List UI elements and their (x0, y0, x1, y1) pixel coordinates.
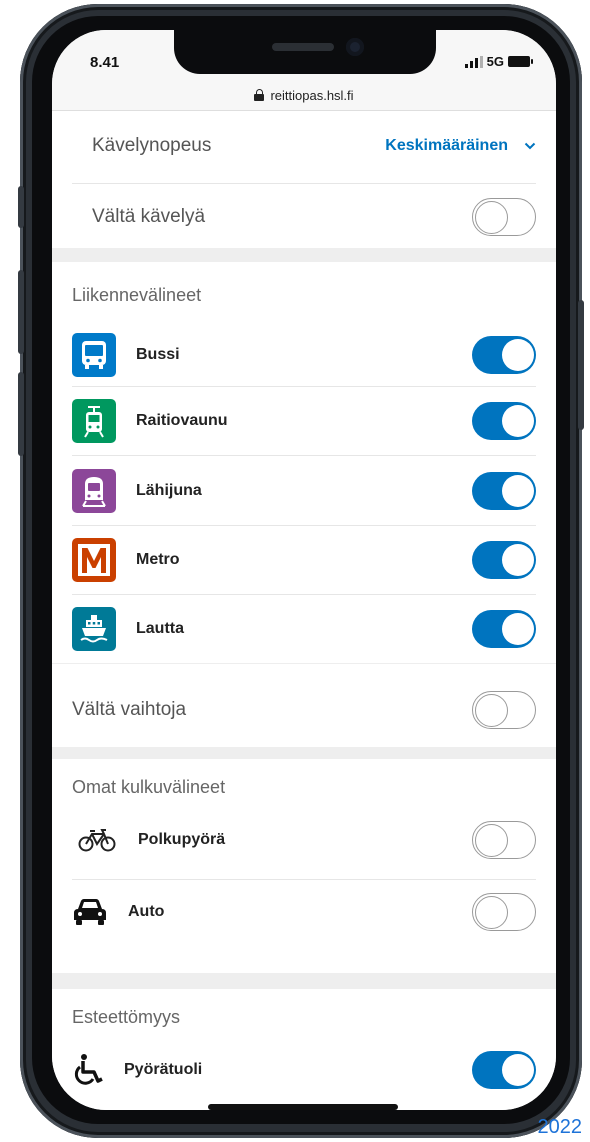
accessibility-row-wheelchair: Pyörätuoli (72, 1045, 536, 1095)
mode-row-train: Lähijuna (72, 466, 536, 516)
walking-speed-value: Keskimääräinen (385, 137, 508, 154)
avoid-walking-toggle[interactable] (472, 198, 536, 236)
mode-row-ferry: Lautta (72, 604, 536, 654)
mute-switch (18, 186, 24, 228)
bicycle-toggle[interactable] (472, 821, 536, 859)
url-text: reittiopas.hsl.fi (270, 87, 354, 103)
divider (72, 455, 536, 456)
phone-screen: 8.41 5G reittiopas.hsl.fi Kävelynopeus K… (52, 30, 556, 1110)
status-time: 8.41 (90, 54, 120, 71)
bus-toggle[interactable] (472, 336, 536, 374)
mode-label: Lautta (136, 620, 184, 637)
settings-content: Kävelynopeus Keskimääräinen Vältä kävely… (52, 111, 556, 1110)
lock-icon (254, 89, 265, 101)
chevron-down-icon (524, 142, 536, 150)
divider (72, 594, 536, 595)
train-toggle[interactable] (472, 472, 536, 510)
ferry-icon (72, 607, 116, 651)
browser-address-bar[interactable]: reittiopas.hsl.fi (52, 80, 556, 111)
divider (72, 386, 536, 387)
avoid-walking-label: Vältä kävelyä (92, 206, 206, 227)
wheelchair-icon (74, 1054, 103, 1085)
divider (72, 525, 536, 526)
power-button (578, 300, 584, 430)
walking-section: Kävelynopeus Keskimääräinen Vältä kävely… (52, 111, 556, 248)
divider (52, 663, 556, 664)
walking-speed-row[interactable]: Kävelynopeus Keskimääräinen (72, 119, 536, 173)
mode-label: Bussi (136, 346, 180, 363)
bus-icon (72, 333, 116, 377)
wheelchair-toggle[interactable] (472, 1051, 536, 1089)
vehicle-row-car: Auto (72, 887, 536, 937)
metro-icon (72, 538, 116, 582)
walking-speed-label: Kävelynopeus (92, 135, 212, 156)
signal-icon (464, 55, 483, 68)
home-indicator[interactable] (208, 1104, 398, 1110)
car-toggle[interactable] (472, 893, 536, 931)
year-watermark: 2022 (537, 1116, 583, 1138)
avoid-transfers-label: Vältä vaihtoja (72, 699, 187, 720)
bicycle-icon (78, 829, 116, 852)
vehicle-row-bicycle: Polkupyörä (72, 815, 536, 865)
transport-modes-section: Liikennevälineet Bussi Raitiovaunu Lähij… (52, 262, 556, 747)
volume-down-button (18, 372, 24, 456)
network-type: 5G (486, 54, 504, 69)
status-indicators: 5G (464, 54, 533, 69)
car-icon (74, 899, 106, 925)
divider (72, 183, 536, 184)
accessibility-label: Pyörätuoli (124, 1061, 203, 1078)
mode-row-tram: Raitiovaunu (72, 396, 536, 446)
mode-row-bus: Bussi (72, 330, 536, 380)
accessibility-header: Esteettömyys (72, 1007, 181, 1027)
tram-icon (72, 399, 116, 443)
train-icon (72, 469, 116, 513)
ferry-toggle[interactable] (472, 610, 536, 648)
vehicle-label: Polkupyörä (138, 831, 226, 848)
accessibility-section: Esteettömyys Pyörätuoli (52, 989, 556, 1110)
volume-up-button (18, 270, 24, 354)
speaker-grille (272, 43, 334, 51)
avoid-transfers-toggle[interactable] (472, 691, 536, 729)
battery-icon (508, 56, 533, 67)
vehicle-label: Auto (128, 903, 165, 920)
avoid-walking-row: Vältä kävelyä (72, 191, 536, 243)
avoid-transfers-row: Vältä vaihtoja (72, 687, 536, 733)
metro-toggle[interactable] (472, 541, 536, 579)
own-vehicles-header: Omat kulkuvälineet (72, 777, 226, 797)
front-camera (346, 38, 364, 56)
tram-toggle[interactable] (472, 402, 536, 440)
divider (72, 879, 536, 880)
walking-speed-dropdown[interactable]: Keskimääräinen (385, 137, 536, 155)
own-vehicles-section: Omat kulkuvälineet Polkupyörä Auto (52, 759, 556, 973)
mode-label: Metro (136, 551, 180, 568)
transport-modes-header: Liikennevälineet (72, 285, 202, 305)
mode-label: Lähijuna (136, 482, 202, 499)
mode-label: Raitiovaunu (136, 412, 228, 429)
mode-row-metro: Metro (72, 535, 536, 585)
notch (174, 30, 436, 74)
